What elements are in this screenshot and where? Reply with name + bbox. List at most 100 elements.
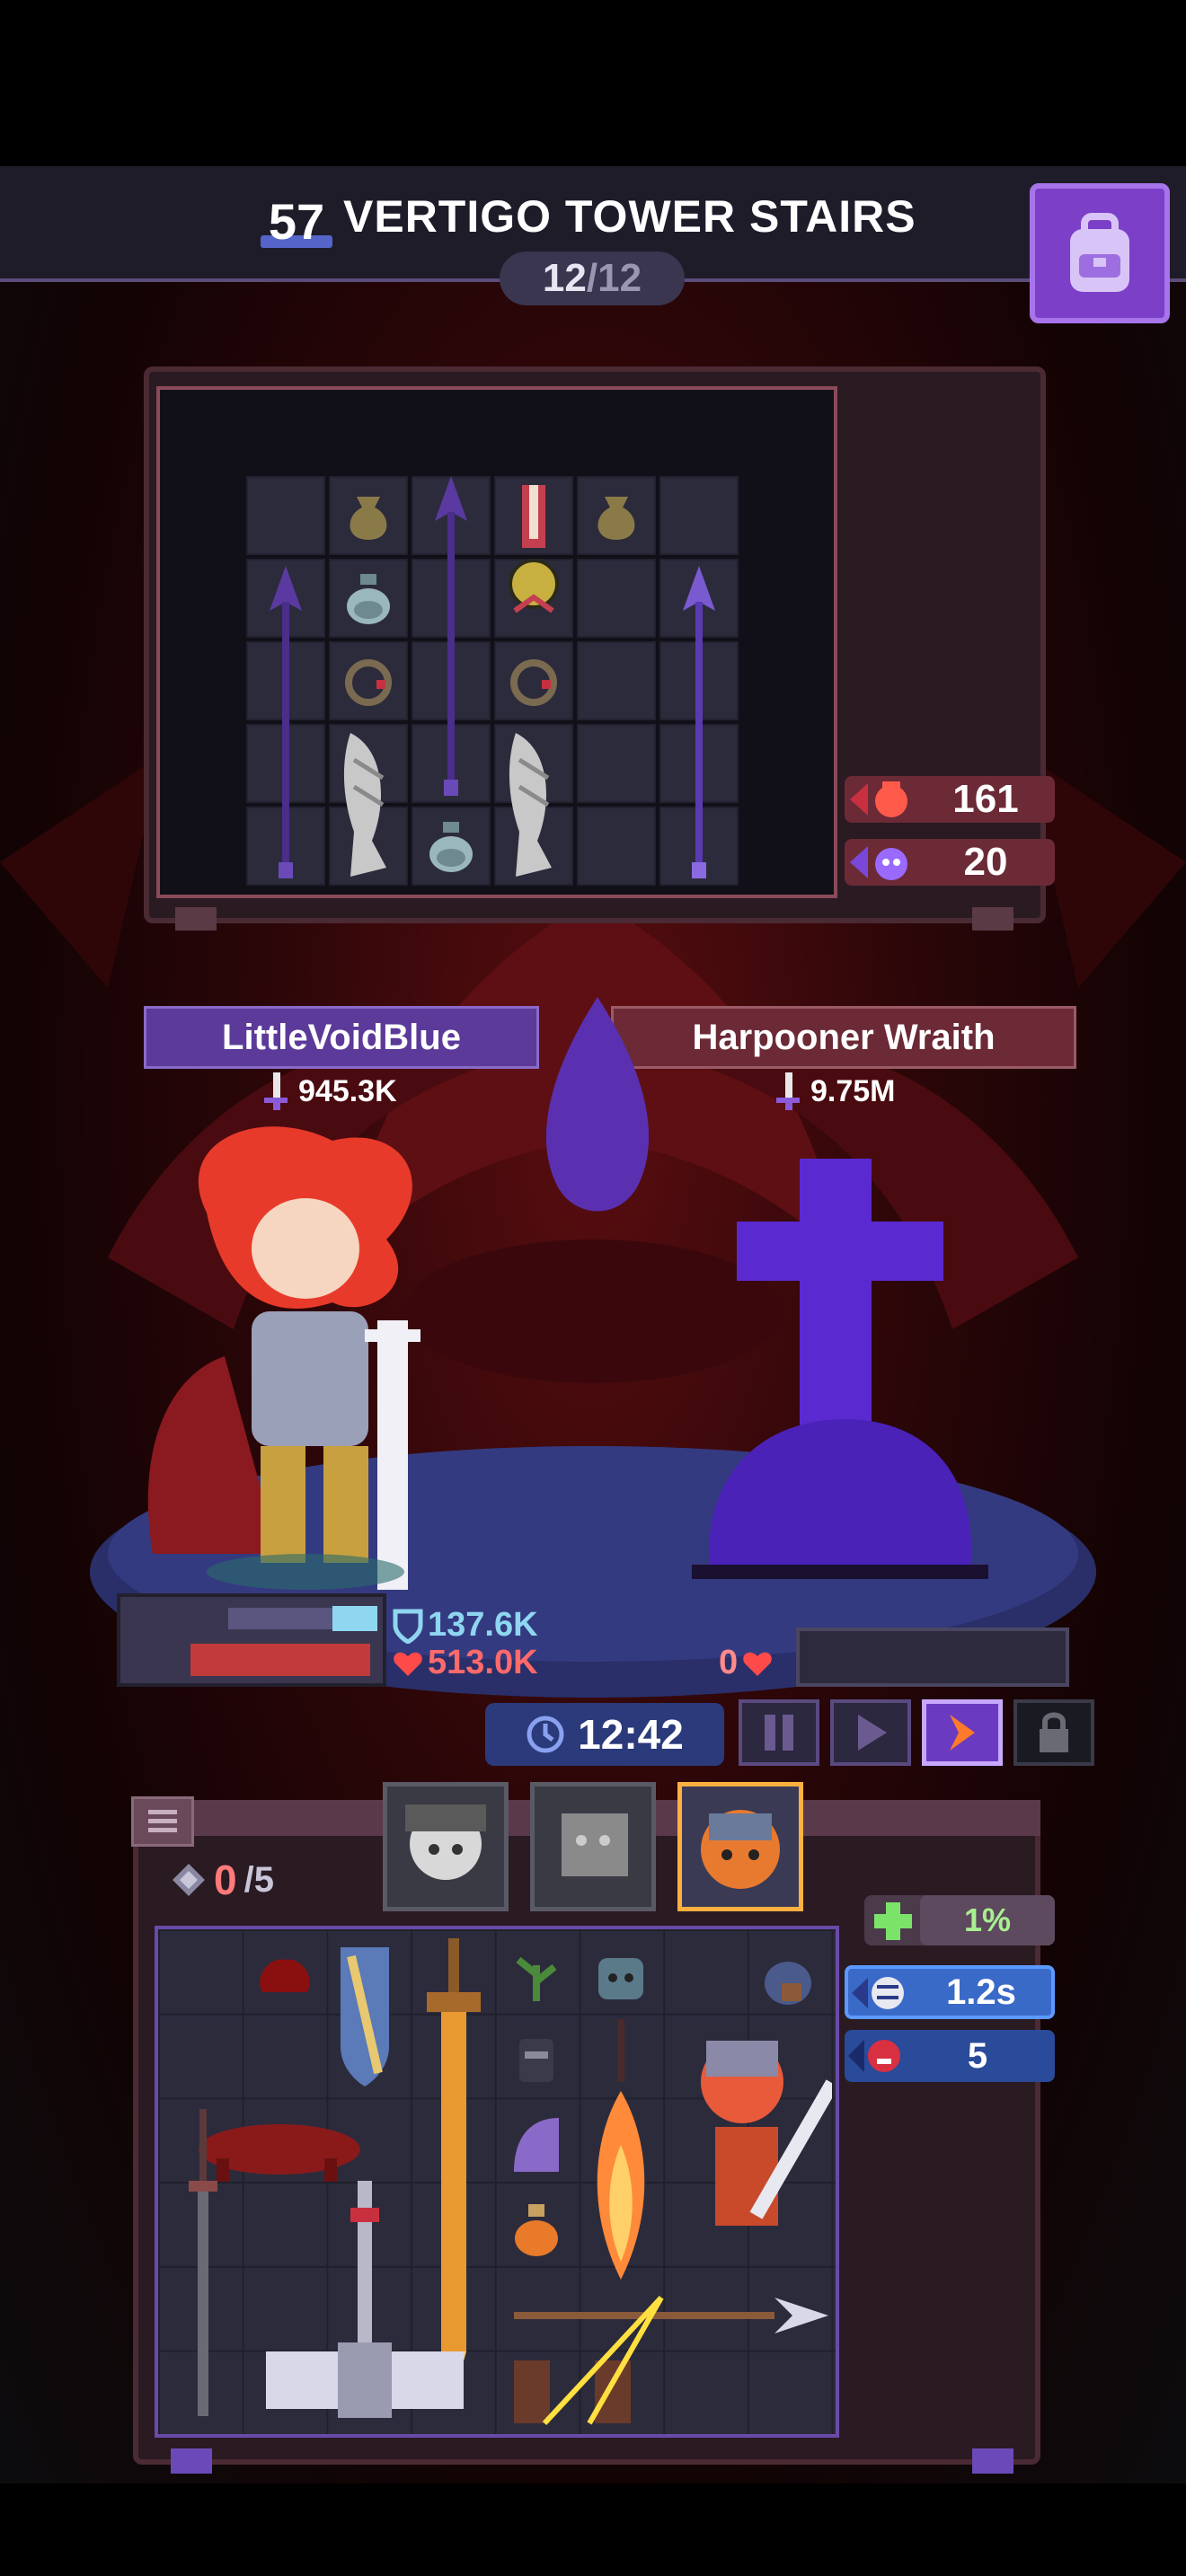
grid-cell: [577, 641, 656, 720]
panel-foot-left: [171, 2448, 212, 2474]
grid-cell: [577, 559, 656, 638]
enemy-hp: 0: [719, 1644, 774, 1682]
slots-total: /5: [243, 1859, 274, 1900]
spear-icon[interactable]: [246, 566, 325, 886]
monster-counter-value: 20: [963, 840, 1008, 884]
stage-title: VERTIGO TOWER STAIRS: [343, 191, 916, 242]
enemy-power-value: 9.75M: [810, 1073, 896, 1108]
winged-boots-icon[interactable]: [329, 724, 408, 886]
panel-foot-right: [972, 2448, 1013, 2474]
fire-torch-icon[interactable]: [580, 2019, 661, 2289]
enemy-nameplate: Harpooner Wraith: [611, 1006, 1076, 1069]
heart-icon: [743, 1652, 772, 1676]
panel-foot-left: [175, 907, 217, 931]
monster-counter: 20: [845, 839, 1055, 886]
hit-counter-value: 161: [952, 777, 1019, 821]
player-item-grid: [155, 1926, 839, 2438]
player-hp: 513.0K: [392, 1644, 538, 1682]
attack-speed-stat: 1.2s: [845, 1965, 1055, 2019]
battle-timer: 12:42: [485, 1703, 724, 1766]
jar-icon[interactable]: [748, 1938, 828, 2019]
character-portrait: [701, 1810, 780, 1889]
portrait-slot-1[interactable]: [383, 1782, 509, 1911]
winged-boots-icon[interactable]: [494, 724, 573, 886]
play-button[interactable]: [830, 1699, 911, 1766]
fast-forward-button[interactable]: [922, 1699, 1003, 1766]
chevron-right-icon: [950, 1715, 975, 1751]
slot-counter: 0 /5: [171, 1856, 274, 1904]
ring-icon[interactable]: [494, 641, 573, 720]
grid-cell: [577, 724, 656, 803]
enemy-hp-bar: [796, 1628, 1069, 1687]
attack-speed-value: 1.2s: [946, 1972, 1016, 2012]
blood-drop-icon[interactable]: [244, 1938, 325, 2010]
purple-flame: [545, 997, 650, 1212]
backpack-button[interactable]: [1030, 183, 1170, 323]
spear-icon[interactable]: [412, 476, 491, 803]
spear-icon[interactable]: [659, 566, 739, 886]
wave-progress: 12 / 12: [500, 251, 685, 305]
grid-cell: [659, 476, 739, 555]
player-power-value: 945.3K: [298, 1073, 397, 1108]
grid-cell: [577, 807, 656, 886]
enemy-grave: [692, 1159, 988, 1579]
character-portrait: [405, 1804, 486, 1880]
rage-face-icon: [848, 2040, 900, 2072]
hero-character: [147, 1126, 420, 1590]
dark-bottle-icon[interactable]: [496, 2019, 577, 2100]
floor-number: 57: [268, 192, 325, 250]
character-portrait: [562, 1813, 628, 1876]
coin-bag-icon[interactable]: [577, 476, 656, 555]
rage-stat: 5: [845, 2030, 1055, 2082]
purple-claw-icon[interactable]: [496, 2100, 577, 2190]
mask-icon[interactable]: [580, 1938, 661, 2019]
inventory-menu-button[interactable]: [131, 1796, 194, 1847]
herb-icon[interactable]: [496, 1938, 577, 2019]
shield-item-icon[interactable]: [329, 1938, 401, 2091]
enemy-hp-value: 0: [719, 1644, 739, 1681]
timer-value: 12:42: [578, 1711, 684, 1758]
pause-icon: [765, 1715, 793, 1751]
potion-icon[interactable]: [329, 559, 408, 638]
player-hp-value: 513.0K: [428, 1644, 538, 1681]
list-icon: [148, 1810, 177, 1832]
lock-icon: [1040, 1712, 1068, 1752]
player-shield-indicator: [332, 1606, 377, 1631]
orange-potion-icon[interactable]: [496, 2190, 577, 2271]
portrait-slot-3[interactable]: [677, 1782, 803, 1911]
grid-cell: [246, 476, 325, 555]
player-name: LittleVoidBlue: [222, 1017, 461, 1057]
potion-icon[interactable]: [412, 807, 491, 886]
wave-total: 12: [597, 256, 642, 300]
medal-icon[interactable]: [494, 476, 573, 638]
portrait-slot-2[interactable]: [530, 1782, 656, 1911]
rage-value: 5: [967, 2035, 988, 2076]
heart-icon: [394, 1652, 422, 1676]
sword-power-icon: [776, 1072, 800, 1110]
heal-stat-value: 1%: [963, 1901, 1012, 1938]
slots-used: 0: [214, 1857, 237, 1903]
ring-icon[interactable]: [329, 641, 408, 720]
monster-icon: [850, 846, 907, 880]
enemy-item-grid: [246, 476, 746, 889]
coin-bag-icon[interactable]: [329, 476, 408, 555]
clock-icon: [527, 1716, 564, 1753]
pause-button[interactable]: [739, 1699, 819, 1766]
floor-badge: 57: [261, 189, 332, 253]
player-shield-value: 137.6K: [428, 1606, 538, 1644]
wave-separator: /: [586, 256, 598, 300]
player-shield: 137.6K: [392, 1606, 538, 1645]
dragon-knight-icon[interactable]: [661, 2019, 832, 2271]
shield-icon: [393, 1609, 423, 1644]
backpack-icon: [1070, 213, 1129, 292]
speed-icon: [852, 1977, 904, 2009]
locked-speed-button[interactable]: [1013, 1699, 1094, 1766]
dagger-icon[interactable]: [167, 2109, 239, 2432]
enemy-power: 9.75M: [773, 1071, 896, 1112]
lightning-effect: [542, 2295, 664, 2426]
hit-counter: 161: [845, 776, 1055, 823]
war-hammer-icon[interactable]: [248, 2181, 482, 2432]
player-status-box: [117, 1593, 386, 1687]
gem-icon: [173, 1864, 205, 1896]
panel-foot-right: [972, 907, 1013, 931]
